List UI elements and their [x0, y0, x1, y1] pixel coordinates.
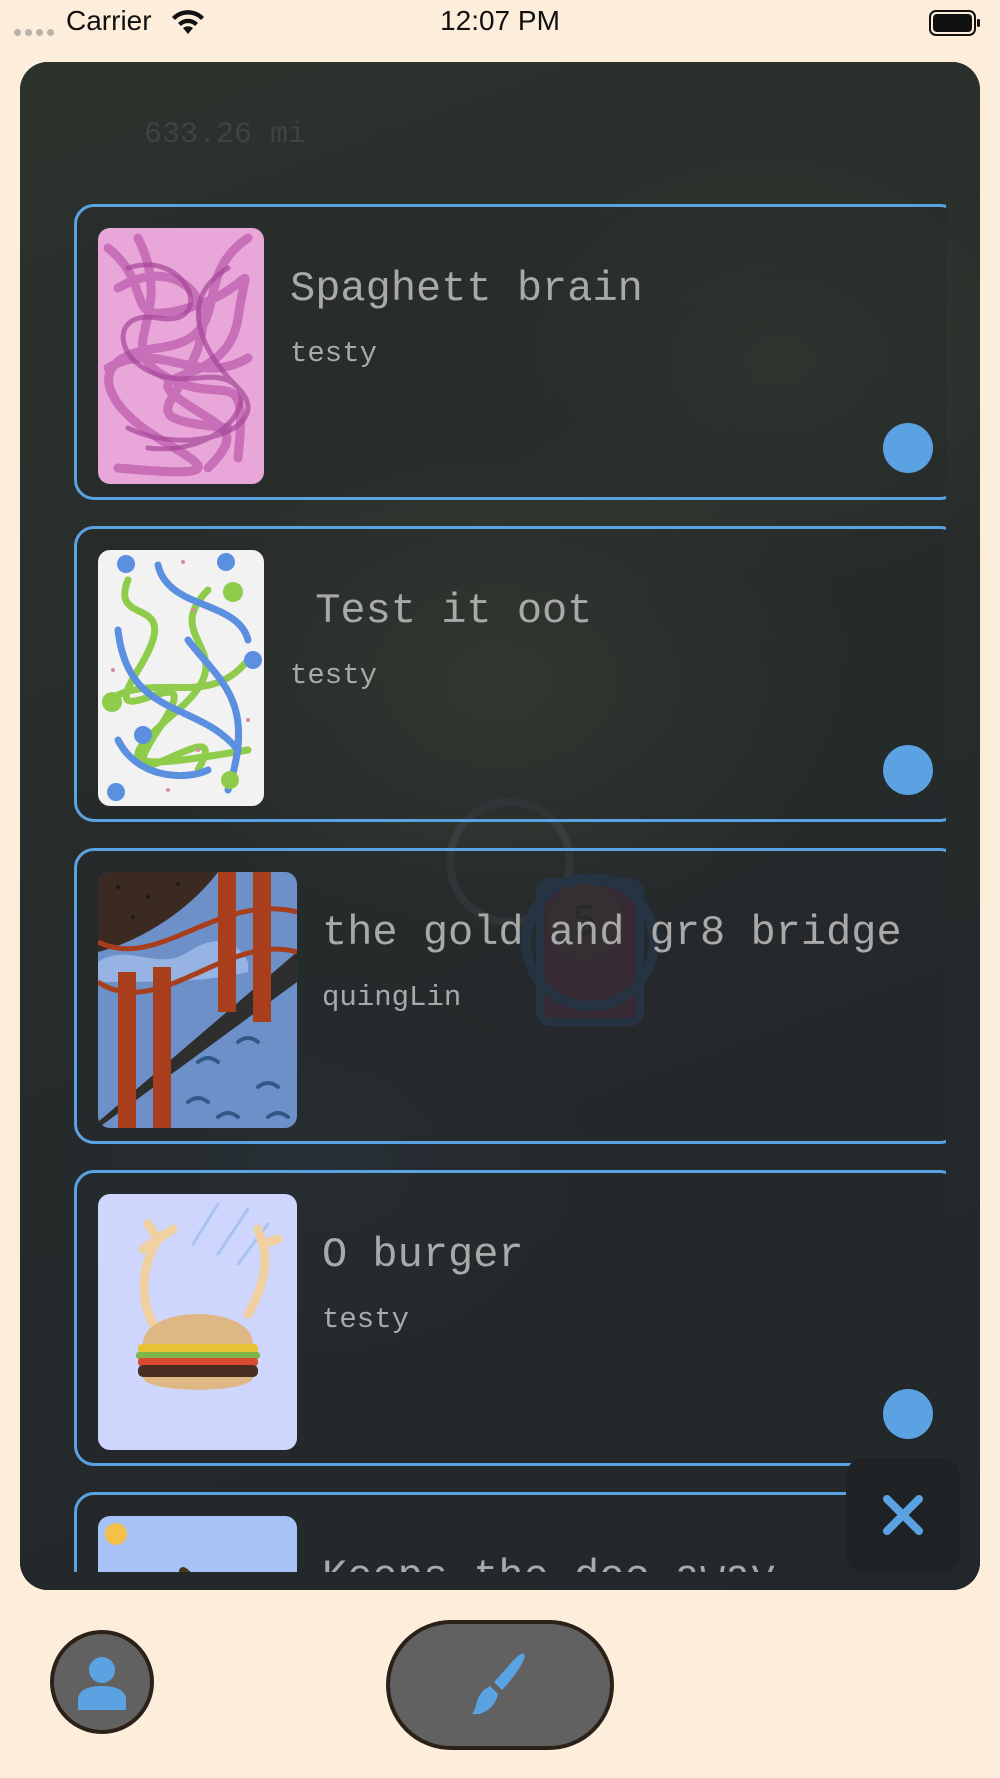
owned-indicator: [883, 1389, 933, 1439]
drawing-author: testy: [290, 337, 378, 370]
drawing-card[interactable]: Spaghett brain testy: [74, 204, 946, 500]
battery-icon: [929, 10, 980, 36]
drawing-card[interactable]: O burger testy: [74, 1170, 946, 1466]
drawing-thumbnail: [98, 228, 264, 484]
drawing-thumbnail: [98, 1194, 297, 1450]
drawing-author: testy: [290, 659, 378, 692]
person-icon: [78, 1657, 126, 1710]
status-bar: Carrier 12:07 PM: [0, 0, 1000, 48]
drawing-author: quingLin: [322, 981, 462, 1014]
drawing-card[interactable]: Test it oot testy: [74, 526, 946, 822]
drawing-author: testy: [322, 1303, 410, 1336]
drawing-card[interactable]: the gold and gr8 bridge quingLin: [74, 848, 946, 1144]
drawing-list[interactable]: Spaghett brain testy Test it oot testy t…: [54, 142, 946, 1572]
close-button[interactable]: [846, 1458, 960, 1572]
drawing-title: Spaghett brain: [290, 265, 643, 313]
profile-button[interactable]: [50, 1630, 154, 1734]
drawing-thumbnail: [98, 872, 297, 1128]
drawing-title: Keeps the doc away: [322, 1553, 776, 1572]
paintbrush-icon: [472, 1653, 525, 1715]
drawing-title: O burger: [322, 1231, 524, 1279]
close-icon: [883, 1495, 923, 1535]
drawing-title: Test it oot: [290, 587, 593, 635]
owned-indicator: [883, 745, 933, 795]
drawing-card[interactable]: Keeps the doc away testy: [74, 1492, 946, 1572]
map-panel[interactable]: 633.26 mi 5 Spaghett brain testy Test it…: [20, 62, 980, 1590]
status-time: 12:07 PM: [440, 5, 560, 36]
drawing-thumbnail: [98, 1516, 297, 1572]
drawing-title: the gold and gr8 bridge: [322, 909, 902, 957]
owned-indicator: [883, 423, 933, 473]
draw-button[interactable]: [386, 1620, 614, 1750]
drawing-thumbnail: [98, 550, 264, 806]
